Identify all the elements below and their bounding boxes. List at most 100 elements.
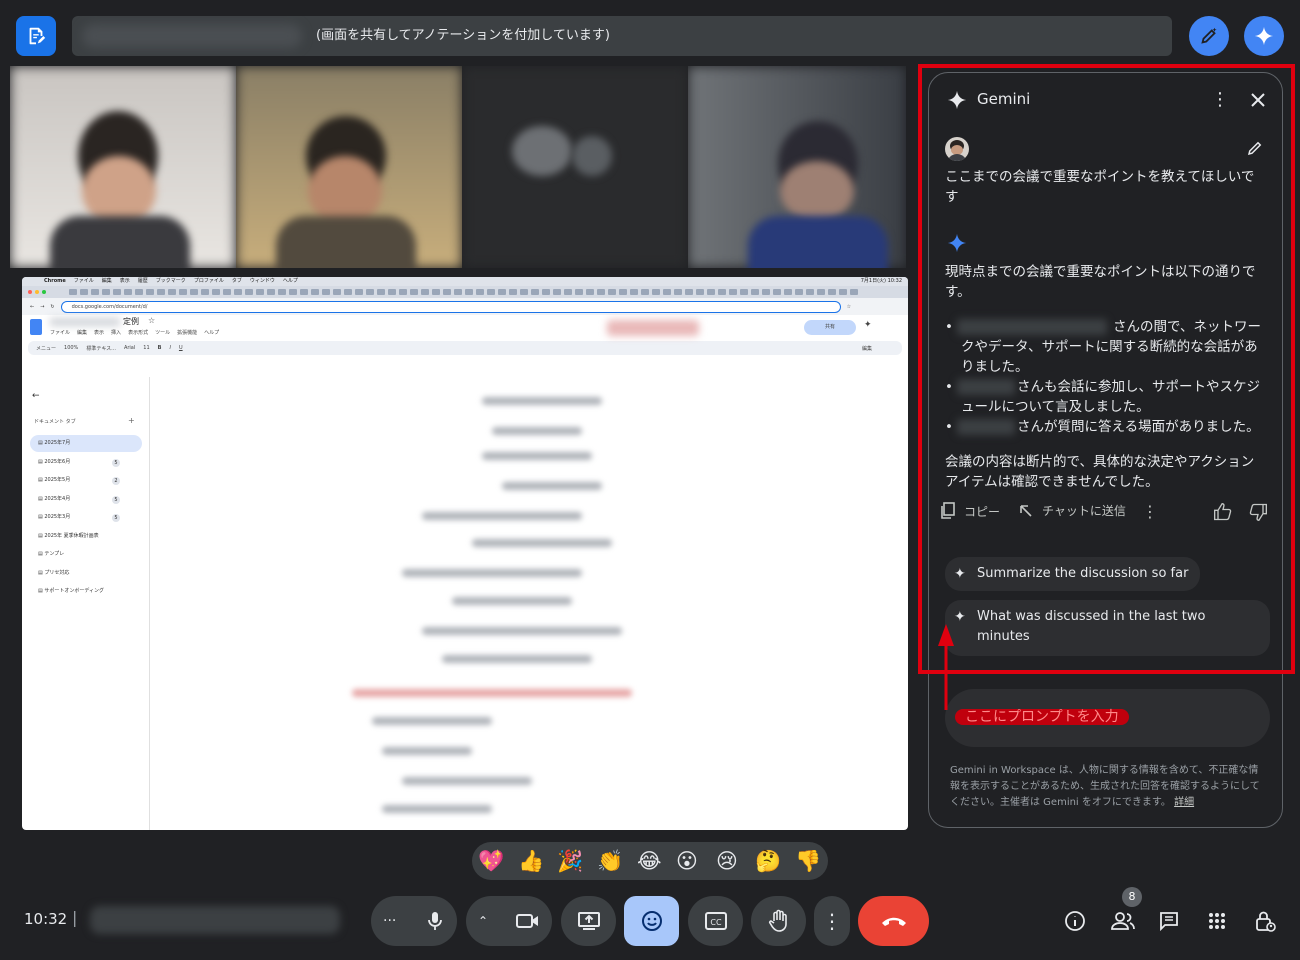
raise-hand-button[interactable]: [751, 896, 806, 946]
people-count-badge: 8: [1122, 887, 1142, 907]
docs-menu-item: 拡張機能: [177, 330, 198, 336]
user-prompt: ここまでの会議で重要なポイントを教えてほしいです: [945, 169, 1255, 205]
reaction-heart[interactable]: 💖: [478, 848, 504, 874]
reaction-thumbs-up[interactable]: 👍: [518, 848, 544, 874]
copy-button[interactable]: コピー: [940, 502, 1000, 520]
underline-icon: U: [178, 345, 183, 351]
response-more-icon[interactable]: ⋮: [1142, 502, 1158, 521]
present-button[interactable]: [561, 896, 616, 946]
more-options-icon[interactable]: ⋮: [1211, 90, 1229, 110]
thumbs-down-icon[interactable]: [1248, 502, 1268, 522]
meeting-doc-button[interactable]: [16, 16, 56, 56]
menubar-item: 表示: [119, 278, 130, 284]
details-link[interactable]: 詳細: [1174, 797, 1194, 808]
docs-menu-item: ヘルプ: [204, 330, 220, 336]
doc-tab-item: ▤ 2025年3月 5: [30, 509, 142, 526]
send-to-chat-button[interactable]: チャットに送信: [1018, 502, 1126, 519]
zoom-select: 100%: [64, 345, 79, 351]
annotate-button[interactable]: [1189, 16, 1229, 56]
suggestion-label: What was discussed in the last two minut…: [977, 609, 1206, 644]
reaction-thinking[interactable]: 🤔: [755, 848, 781, 874]
participant-tile: [236, 66, 462, 268]
gemini-sparkle-icon: ✦: [864, 320, 872, 330]
italic-icon: I: [169, 345, 171, 351]
participant-tile: [462, 66, 688, 268]
present-screen-icon: [577, 912, 600, 930]
participant-tile: [10, 66, 236, 268]
menubar-item: ファイル: [73, 278, 94, 284]
thumbs-up-icon[interactable]: [1213, 502, 1233, 522]
menubar-item: ブックマーク: [155, 278, 186, 284]
menubar-item: ウィンドウ: [249, 278, 275, 284]
edit-prompt-icon[interactable]: [1246, 139, 1264, 157]
reload-icon: ↻: [50, 303, 55, 310]
share-button: 共有: [804, 320, 856, 335]
reactions-button[interactable]: [624, 896, 679, 946]
address-bar-row: ← → ↻ docs.google.com/document/d/ ☆: [22, 298, 908, 315]
menubar-item: ヘルプ: [282, 278, 298, 284]
reaction-laugh[interactable]: 😂: [637, 848, 662, 874]
suggestion-chip[interactable]: ✦ Summarize the discussion so far: [945, 557, 1200, 591]
more-options-button[interactable]: ⋮: [814, 896, 850, 946]
docs-menu-item: ツール: [155, 330, 171, 336]
gemini-sparkle-icon: [947, 233, 967, 253]
more-dots-icon[interactable]: ···: [383, 913, 396, 929]
docs-menu-item: 表示: [94, 330, 105, 336]
activities-button[interactable]: [1203, 907, 1231, 935]
menubar-item: プロファイル: [193, 278, 224, 284]
list-item: • さんが質問に答える場面がありました。: [945, 419, 1260, 435]
prompt-placeholder: ここにプロンプトを入力: [955, 709, 1129, 725]
hand-icon: [768, 909, 787, 932]
docs-menu-item: 挿入: [111, 330, 122, 336]
docs-logo-icon: [30, 319, 42, 335]
prompt-input[interactable]: ここにプロンプトを入力: [945, 689, 1270, 747]
meeting-details-button[interactable]: [1061, 907, 1089, 935]
apps-grid-icon: [1209, 913, 1225, 929]
bold-icon: B: [157, 345, 162, 351]
response-bullets: • さんの間で、ネットワークやデータ、サポートに関する断続的な会話がありました。…: [945, 317, 1270, 437]
chat-button[interactable]: [1155, 907, 1183, 935]
doc-tab-item: ▤ プリセ対応: [38, 570, 70, 576]
gemini-button[interactable]: [1244, 16, 1284, 56]
font-select: Arial: [123, 345, 136, 351]
url-field: docs.google.com/document/d/: [60, 300, 841, 313]
tabs-heading: ドキュメント タブ: [34, 419, 76, 425]
avatar: [945, 137, 969, 161]
reaction-sad[interactable]: 😢: [716, 848, 738, 874]
camera-button[interactable]: ⌃: [466, 896, 552, 946]
meeting-time: 10:32: [24, 910, 68, 928]
add-tab-icon: +: [128, 416, 135, 425]
emoji-icon: [641, 911, 662, 931]
docs-menu-item: 表示形式: [128, 330, 149, 336]
leave-call-button[interactable]: [858, 896, 929, 946]
reaction-party[interactable]: 🎉: [557, 848, 583, 874]
reaction-clap[interactable]: 👏: [597, 848, 623, 874]
chat-icon: [1160, 912, 1178, 932]
close-icon[interactable]: [1250, 92, 1266, 108]
gemini-sparkle-icon: [1254, 26, 1274, 46]
doc-tab-item: ▤ 2025年 夏季休暇計画表: [38, 533, 99, 539]
hang-up-icon: [881, 917, 906, 926]
mic-button[interactable]: ···: [371, 896, 457, 946]
people-button[interactable]: [1109, 907, 1137, 935]
doc-title: 定例: [123, 317, 139, 326]
info-icon: [1065, 911, 1085, 931]
docs-menu: ファイル 編集 表示 挿入 表示形式 ツール 拡張機能 ヘルプ: [50, 329, 219, 336]
reaction-thumbs-down[interactable]: 👎: [795, 848, 821, 874]
response-outro: 会議の内容は断片的で、具体的な決定やアクションアイテムは確認できませんでした。: [945, 454, 1255, 490]
share-label: 共有: [824, 324, 835, 330]
copy-label: コピー: [964, 504, 1001, 519]
docs-format-toolbar: メニュー 100% 標準テキス... Arial 11 B I U 編集: [28, 341, 902, 355]
captions-button[interactable]: CC: [688, 896, 743, 946]
doc-tab-item: ▤ サポートオンボーディング: [38, 588, 104, 594]
send-to-chat-label: チャットに送信: [1042, 504, 1126, 518]
doc-tab-item: ▤ 2025年6月 5: [30, 454, 142, 471]
suggestion-chip[interactable]: ✦ What was discussed in the last two min…: [945, 600, 1270, 656]
host-controls-button[interactable]: [1251, 907, 1279, 935]
response-intro: 現時点までの会議で重要なポイントは以下の通りです。: [945, 264, 1256, 300]
chevron-up-icon[interactable]: ⌃: [478, 914, 488, 928]
red-arrow-annotation: [938, 624, 954, 710]
reaction-surprised[interactable]: 😮: [676, 848, 698, 874]
menubar-clock: 7月1日(火) 10:32: [860, 278, 902, 284]
gemini-sparkle-icon: [947, 90, 967, 110]
